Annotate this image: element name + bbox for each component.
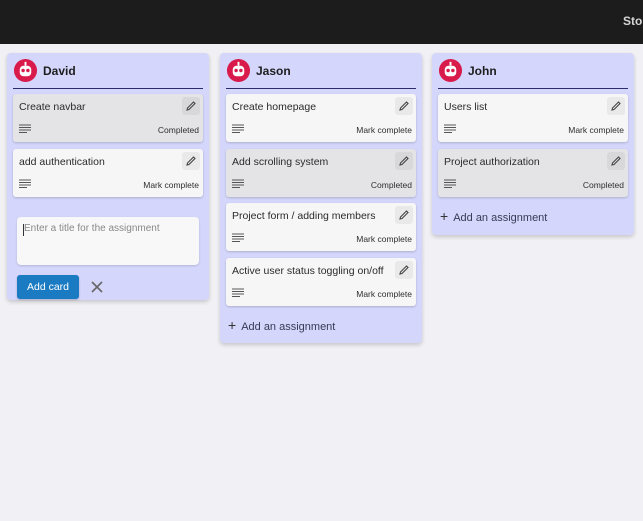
edit-button[interactable] — [395, 97, 413, 115]
task-card[interactable]: add authentication Mark complete — [13, 149, 203, 197]
pencil-icon — [186, 156, 196, 166]
robot-avatar-icon — [13, 58, 38, 83]
card-title: Project authorization — [444, 156, 540, 168]
column-title: David — [43, 64, 76, 78]
column-jason: Jason Create homepage Mark complete Add … — [220, 53, 422, 343]
task-card[interactable]: Create navbar Completed — [13, 94, 203, 142]
status-label[interactable]: Completed — [583, 180, 624, 190]
card-title: Project form / adding members — [232, 210, 376, 222]
task-card[interactable]: Project authorization Completed — [438, 149, 628, 197]
plus-icon: + — [228, 317, 237, 333]
column-header: John — [438, 53, 628, 89]
edit-button[interactable] — [607, 97, 625, 115]
nav-link-stories[interactable]: Stor — [623, 14, 643, 28]
add-assignment-button[interactable]: + Add an assignment — [228, 317, 335, 333]
card-title: Add scrolling system — [232, 156, 329, 168]
task-card[interactable]: Project form / adding members Mark compl… — [226, 203, 416, 251]
description-lines-icon — [444, 179, 456, 188]
edit-button[interactable] — [395, 152, 413, 170]
description-lines-icon — [444, 124, 456, 133]
edit-button[interactable] — [607, 152, 625, 170]
mark-complete-button[interactable]: Mark complete — [356, 125, 412, 135]
mark-complete-button[interactable]: Mark complete — [568, 125, 624, 135]
assignment-title-input[interactable]: Enter a title for the assignment — [17, 217, 199, 265]
pencil-icon — [399, 156, 409, 166]
column-title: Jason — [256, 64, 291, 78]
task-card[interactable]: Add scrolling system Completed — [226, 149, 416, 197]
card-title: Users list — [444, 101, 488, 113]
description-lines-icon — [232, 233, 244, 242]
edit-button[interactable] — [395, 261, 413, 279]
mark-complete-button[interactable]: Mark complete — [356, 234, 412, 244]
add-card-button[interactable]: Add card — [17, 275, 79, 299]
add-assignment-button[interactable]: + Add an assignment — [440, 208, 547, 224]
input-placeholder: Enter a title for the assignment — [24, 223, 160, 234]
column-john: John Users list Mark complete Project au… — [432, 53, 634, 235]
top-navbar: Stor — [0, 0, 643, 44]
pencil-icon — [399, 210, 409, 220]
card-title: Create homepage — [232, 101, 317, 113]
column-david: David Create navbar Completed add authen… — [7, 53, 209, 300]
status-label[interactable]: Completed — [371, 180, 412, 190]
description-lines-icon — [232, 124, 244, 133]
column-header: David — [13, 53, 203, 89]
description-lines-icon — [19, 124, 31, 133]
task-card[interactable]: Create homepage Mark complete — [226, 94, 416, 142]
pencil-icon — [399, 265, 409, 275]
robot-avatar-icon — [226, 58, 251, 83]
task-card[interactable]: Users list Mark complete — [438, 94, 628, 142]
board: David Create navbar Completed add authen… — [0, 44, 643, 521]
pencil-icon — [611, 156, 621, 166]
mark-complete-button[interactable]: Mark complete — [143, 180, 199, 190]
pencil-icon — [186, 101, 196, 111]
description-lines-icon — [232, 288, 244, 297]
card-title: Active user status toggling on/off — [232, 265, 384, 277]
column-header: Jason — [226, 53, 416, 89]
column-title: John — [468, 64, 497, 78]
edit-button[interactable] — [395, 206, 413, 224]
task-card[interactable]: Active user status toggling on/off Mark … — [226, 258, 416, 306]
pencil-icon — [399, 101, 409, 111]
plus-icon: + — [440, 208, 449, 224]
add-assignment-label: Add an assignment — [241, 321, 336, 333]
card-title: Create navbar — [19, 101, 86, 113]
status-label[interactable]: Completed — [158, 125, 199, 135]
pencil-icon — [611, 101, 621, 111]
edit-button[interactable] — [182, 97, 200, 115]
close-icon[interactable] — [90, 280, 104, 294]
mark-complete-button[interactable]: Mark complete — [356, 289, 412, 299]
description-lines-icon — [232, 179, 244, 188]
description-lines-icon — [19, 179, 31, 188]
card-title: add authentication — [19, 156, 105, 168]
edit-button[interactable] — [182, 152, 200, 170]
robot-avatar-icon — [438, 58, 463, 83]
add-assignment-label: Add an assignment — [453, 212, 548, 224]
